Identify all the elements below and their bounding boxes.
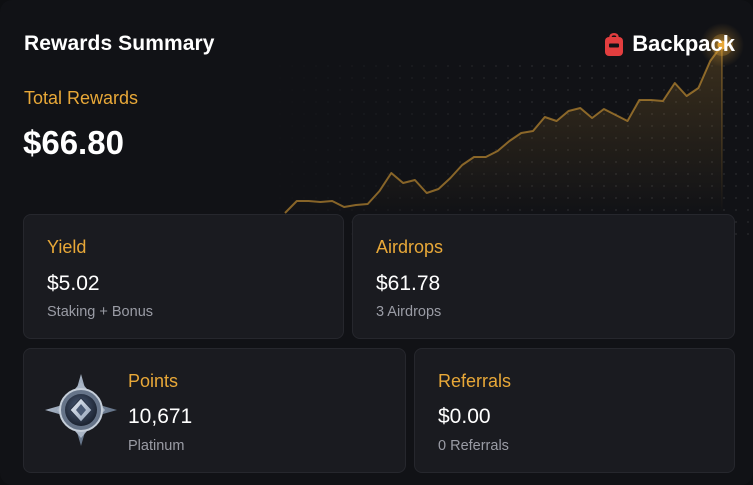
- yield-panel[interactable]: Yield $5.02 Staking + Bonus: [23, 214, 344, 339]
- rewards-summary-card: Rewards Summary Backpack Total Rewards $…: [0, 0, 753, 485]
- referrals-panel[interactable]: Referrals $0.00 0 Referrals: [414, 348, 735, 473]
- referrals-label: Referrals: [438, 371, 512, 391]
- airdrops-subtitle: 3 Airdrops: [376, 304, 442, 320]
- platinum-badge-icon: [45, 374, 117, 446]
- referrals-subtitle: 0 Referrals: [438, 438, 509, 454]
- airdrops-label: Airdrops: [376, 237, 444, 257]
- total-rewards-label: Total Rewards: [24, 88, 139, 108]
- points-value: 10,671: [128, 405, 193, 428]
- points-panel[interactable]: Points 10,671 Platinum: [23, 348, 406, 473]
- brand[interactable]: Backpack: [604, 31, 735, 57]
- chart-area-fill: [285, 45, 722, 213]
- points-tier: Platinum: [128, 438, 185, 454]
- airdrops-panel[interactable]: Airdrops $61.78 3 Airdrops: [352, 214, 735, 339]
- yield-value: $5.02: [47, 272, 100, 295]
- points-label: Points: [128, 371, 179, 391]
- chart-end-stem: [721, 45, 723, 213]
- yield-label: Yield: [47, 237, 87, 257]
- referrals-value: $0.00: [438, 405, 491, 428]
- airdrops-value: $61.78: [376, 272, 441, 295]
- yield-subtitle: Staking + Bonus: [47, 304, 154, 320]
- backpack-logo-icon: [605, 32, 624, 56]
- total-rewards-value: $66.80: [23, 124, 124, 161]
- page-title: Rewards Summary: [24, 32, 215, 55]
- brand-name: Backpack: [632, 31, 735, 56]
